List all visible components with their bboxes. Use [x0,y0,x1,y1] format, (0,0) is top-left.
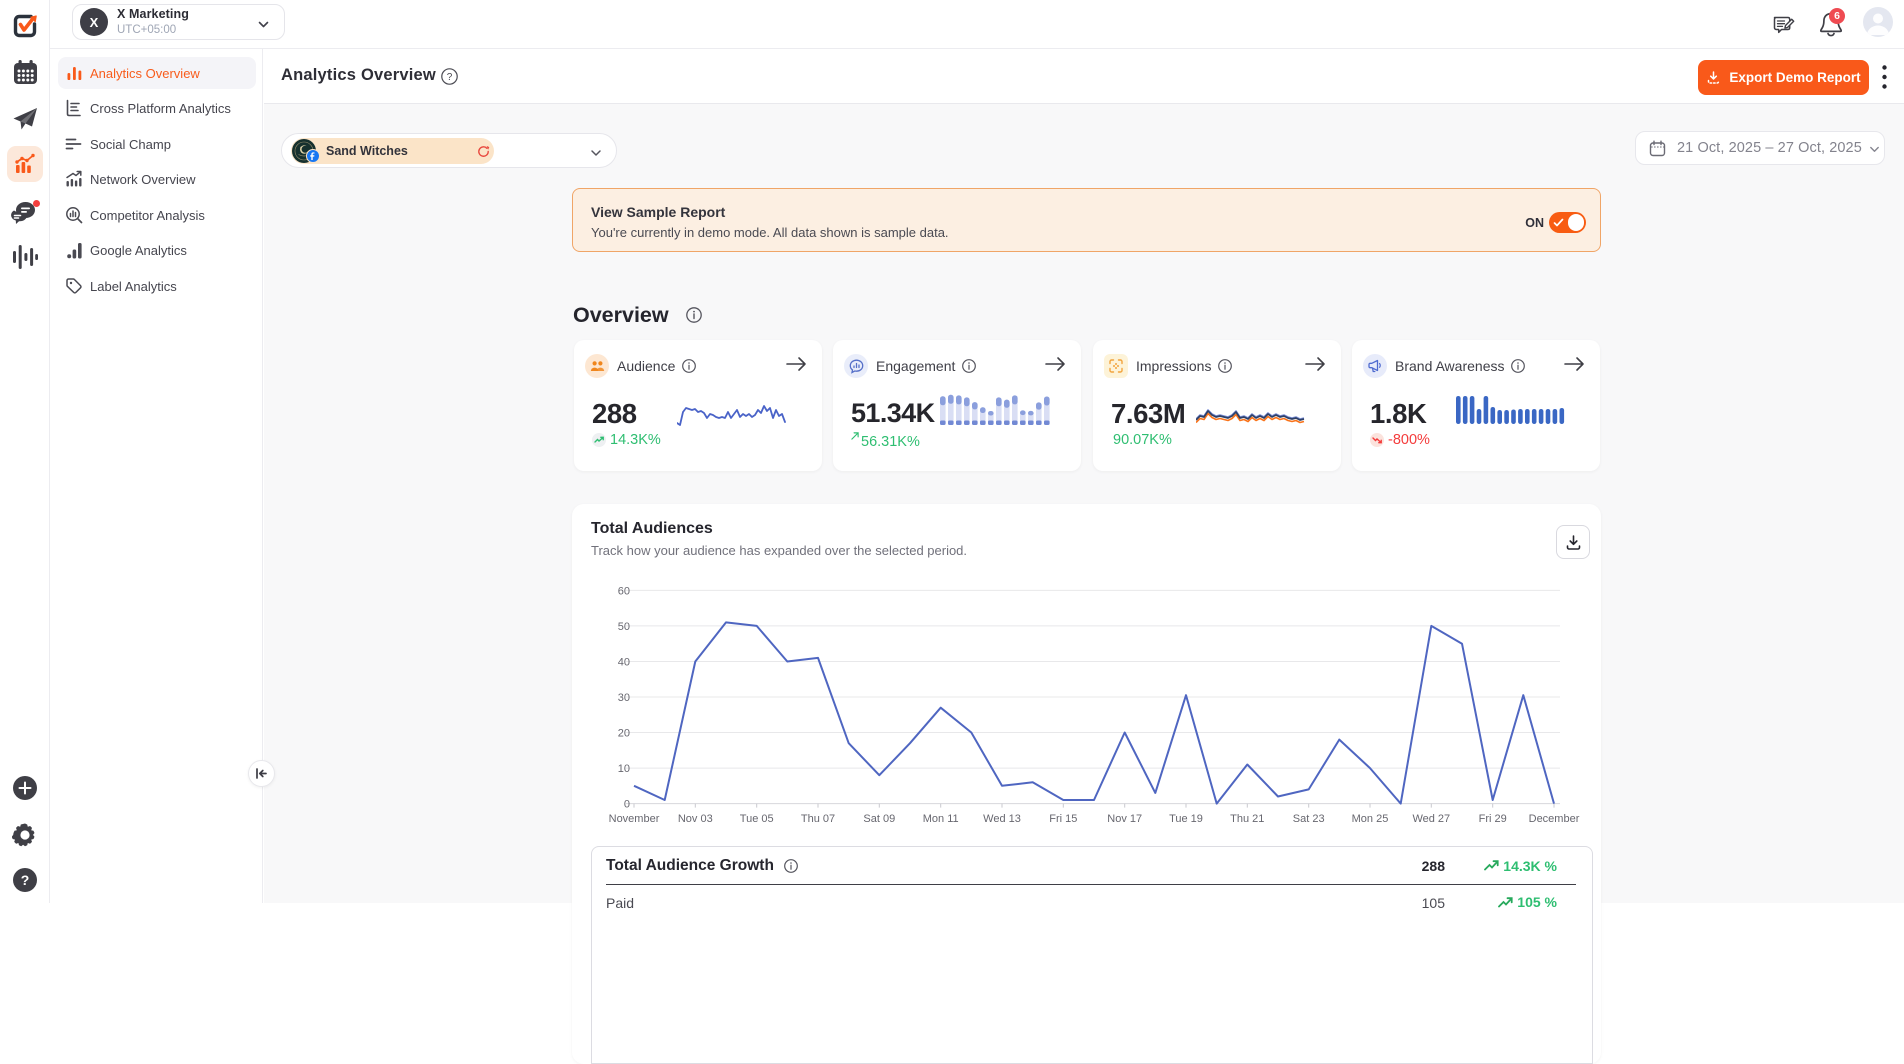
svg-text:Thu 21: Thu 21 [1230,813,1264,825]
svg-text:Sat 09: Sat 09 [863,813,895,825]
svg-text:Nov 03: Nov 03 [678,813,713,825]
svg-text:Wed 27: Wed 27 [1412,813,1450,825]
svg-text:Wed 13: Wed 13 [983,813,1021,825]
svg-text:Thu 07: Thu 07 [801,813,835,825]
svg-text:?: ? [447,72,453,83]
svg-text:10: 10 [618,763,630,775]
svg-text:Fri 15: Fri 15 [1049,813,1077,825]
svg-text:50: 50 [618,621,630,633]
svg-text:Fri 29: Fri 29 [1479,813,1507,825]
svg-text:Mon 11: Mon 11 [923,813,959,825]
svg-text:40: 40 [618,657,630,669]
svg-text:60: 60 [618,585,630,597]
svg-text:Sat 23: Sat 23 [1293,813,1325,825]
svg-text:November: November [609,813,660,825]
svg-text:30: 30 [618,692,630,704]
svg-text:0: 0 [624,799,630,811]
svg-text:?: ? [21,872,30,888]
svg-text:December: December [1529,813,1580,825]
svg-text:Tue 19: Tue 19 [1169,813,1203,825]
svg-text:Tue 05: Tue 05 [740,813,774,825]
svg-text:Nov 17: Nov 17 [1107,813,1142,825]
svg-text:Mon 25: Mon 25 [1352,813,1389,825]
svg-text:20: 20 [618,728,630,740]
